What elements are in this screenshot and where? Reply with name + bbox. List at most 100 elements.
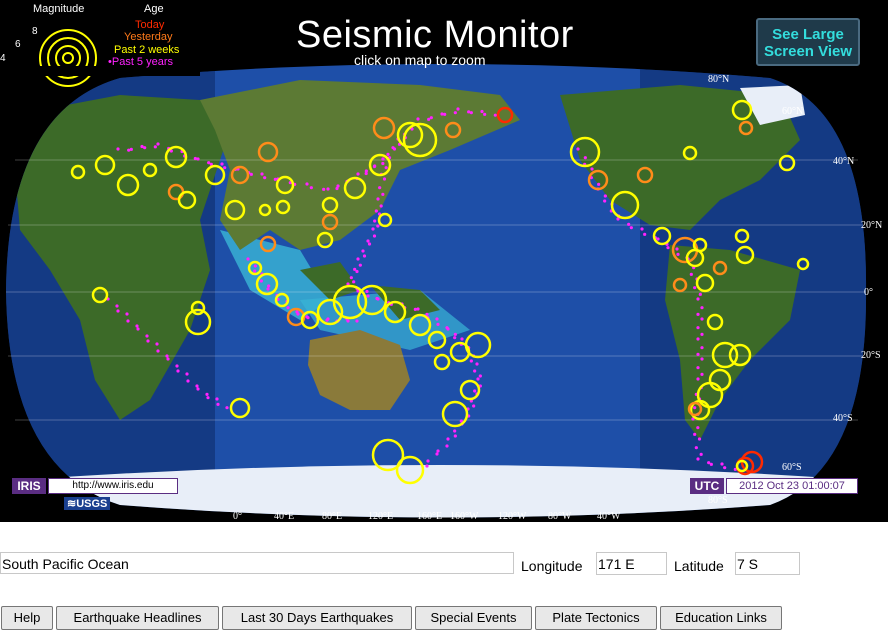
lat-label-20n: 20°N (861, 220, 883, 231)
quake-dot (116, 147, 120, 151)
quake-dot (129, 147, 133, 151)
quake-dot (643, 232, 647, 236)
lat-label-40n: 40°N (833, 156, 855, 167)
quake-dot (435, 317, 439, 321)
region-name-field[interactable]: South Pacific Ocean (0, 552, 514, 574)
education-links-button[interactable]: Education Links (660, 606, 782, 630)
quake-dot (115, 304, 119, 308)
quake-dot (246, 257, 250, 261)
lat-label-20s: 20°S (861, 350, 881, 361)
quake-dot (216, 402, 220, 406)
lat-label-0: 0° (864, 287, 873, 298)
quake-dot (675, 247, 679, 251)
quake-dot (356, 257, 360, 261)
quake-dot (473, 389, 477, 393)
special-events-button[interactable]: Special Events (415, 606, 532, 630)
magnitude-label-4: 4 (0, 53, 6, 64)
quake-dot (322, 187, 326, 191)
age-past-5-years-label: Past 5 years (111, 56, 173, 68)
utc-time-value: 2012 Oct 23 01:00:07 (726, 478, 858, 494)
iris-branding: IRIS http://www.iris.edu (12, 478, 178, 494)
quake-dot (366, 239, 370, 243)
quake-dot (696, 457, 700, 461)
lon-label-40e: 40°E (274, 511, 295, 522)
last-30-days-earthquakes-button[interactable]: Last 30 Days Earthquakes (222, 606, 412, 630)
quake-dot (493, 113, 497, 117)
quake-dot (453, 429, 457, 433)
quake-dot (693, 406, 697, 410)
quake-dot (371, 227, 375, 231)
quake-dot (225, 406, 229, 410)
quake-dot (709, 462, 713, 466)
quake-dot (379, 204, 383, 208)
quake-dot (666, 246, 670, 250)
quake-dot (700, 317, 704, 321)
quake-dot (656, 237, 660, 241)
quake-dot (381, 161, 385, 166)
quake-dot (386, 152, 390, 156)
quake-dot (426, 459, 430, 463)
quake-dot (364, 169, 368, 173)
quake-dot (391, 146, 395, 150)
quake-dot (346, 319, 350, 323)
lat-label-40s: 40°S (833, 413, 853, 424)
quake-dot (296, 312, 300, 316)
quake-dot (597, 182, 601, 186)
quake-dot (381, 192, 385, 196)
quake-dot (446, 327, 450, 331)
quake-dot (376, 224, 380, 228)
plate-tectonics-button[interactable]: Plate Tectonics (535, 606, 657, 630)
earthquake-headlines-button[interactable]: Earthquake Headlines (56, 606, 219, 630)
quake-dot (473, 369, 477, 373)
quake-dot (306, 316, 310, 320)
quake-dot (700, 357, 704, 361)
quake-dot (355, 269, 359, 274)
quake-dot (305, 182, 309, 186)
latitude-label: Latitude (674, 558, 724, 574)
quake-dot (700, 306, 704, 310)
quake-dot (223, 166, 227, 170)
quake-dot (349, 276, 353, 280)
quake-dot (336, 184, 340, 188)
usgs-logo: ≋USGS (64, 497, 111, 510)
quake-dot (372, 234, 377, 238)
lon-label-120w: 120°W (498, 511, 527, 522)
lon-label-160w: 160°W (450, 511, 479, 522)
seismic-map[interactable]: Magnitude Age 8 6 4 Today Yesterday Past… (0, 0, 888, 522)
lat-label-60s: 60°S (782, 462, 802, 473)
quake-dot (374, 209, 378, 213)
latitude-field[interactable]: 7 S (735, 552, 800, 575)
quake-dot (693, 286, 697, 290)
quake-dot (478, 374, 482, 378)
legend-age-title: Age (144, 3, 164, 15)
lat-label-80s: 80°S (708, 495, 728, 506)
page-title: Seismic Monitor (296, 14, 574, 56)
quake-dot (361, 249, 365, 253)
quake-dot (425, 464, 429, 468)
iris-url-link[interactable]: http://www.iris.edu (48, 478, 178, 494)
longitude-field[interactable]: 171 E (596, 552, 667, 575)
world-map-graphic[interactable] (0, 0, 888, 522)
quake-dot (696, 426, 700, 430)
quake-dot (436, 322, 440, 326)
quake-dot (700, 346, 704, 350)
quake-dot (166, 357, 170, 361)
quake-dot (116, 309, 120, 313)
quake-dot (220, 162, 224, 166)
legend-magnitude-title: Magnitude (33, 3, 85, 15)
large-screen-view-button[interactable]: See Large Screen View (756, 18, 860, 66)
quake-dot (590, 167, 594, 171)
help-button[interactable]: Help (1, 606, 53, 630)
quake-dot (193, 156, 197, 161)
quake-dot (136, 327, 140, 331)
quake-dot (185, 372, 189, 376)
quake-dot (253, 264, 257, 268)
quake-dot (126, 319, 130, 323)
quake-dot (367, 242, 372, 246)
quake-dot (700, 332, 704, 336)
age-yesterday: Yesterday (124, 31, 173, 43)
quake-dot (125, 312, 129, 316)
quake-dot (700, 372, 704, 376)
lon-label-80e: 80°E (322, 511, 343, 522)
quake-dot (358, 263, 362, 267)
